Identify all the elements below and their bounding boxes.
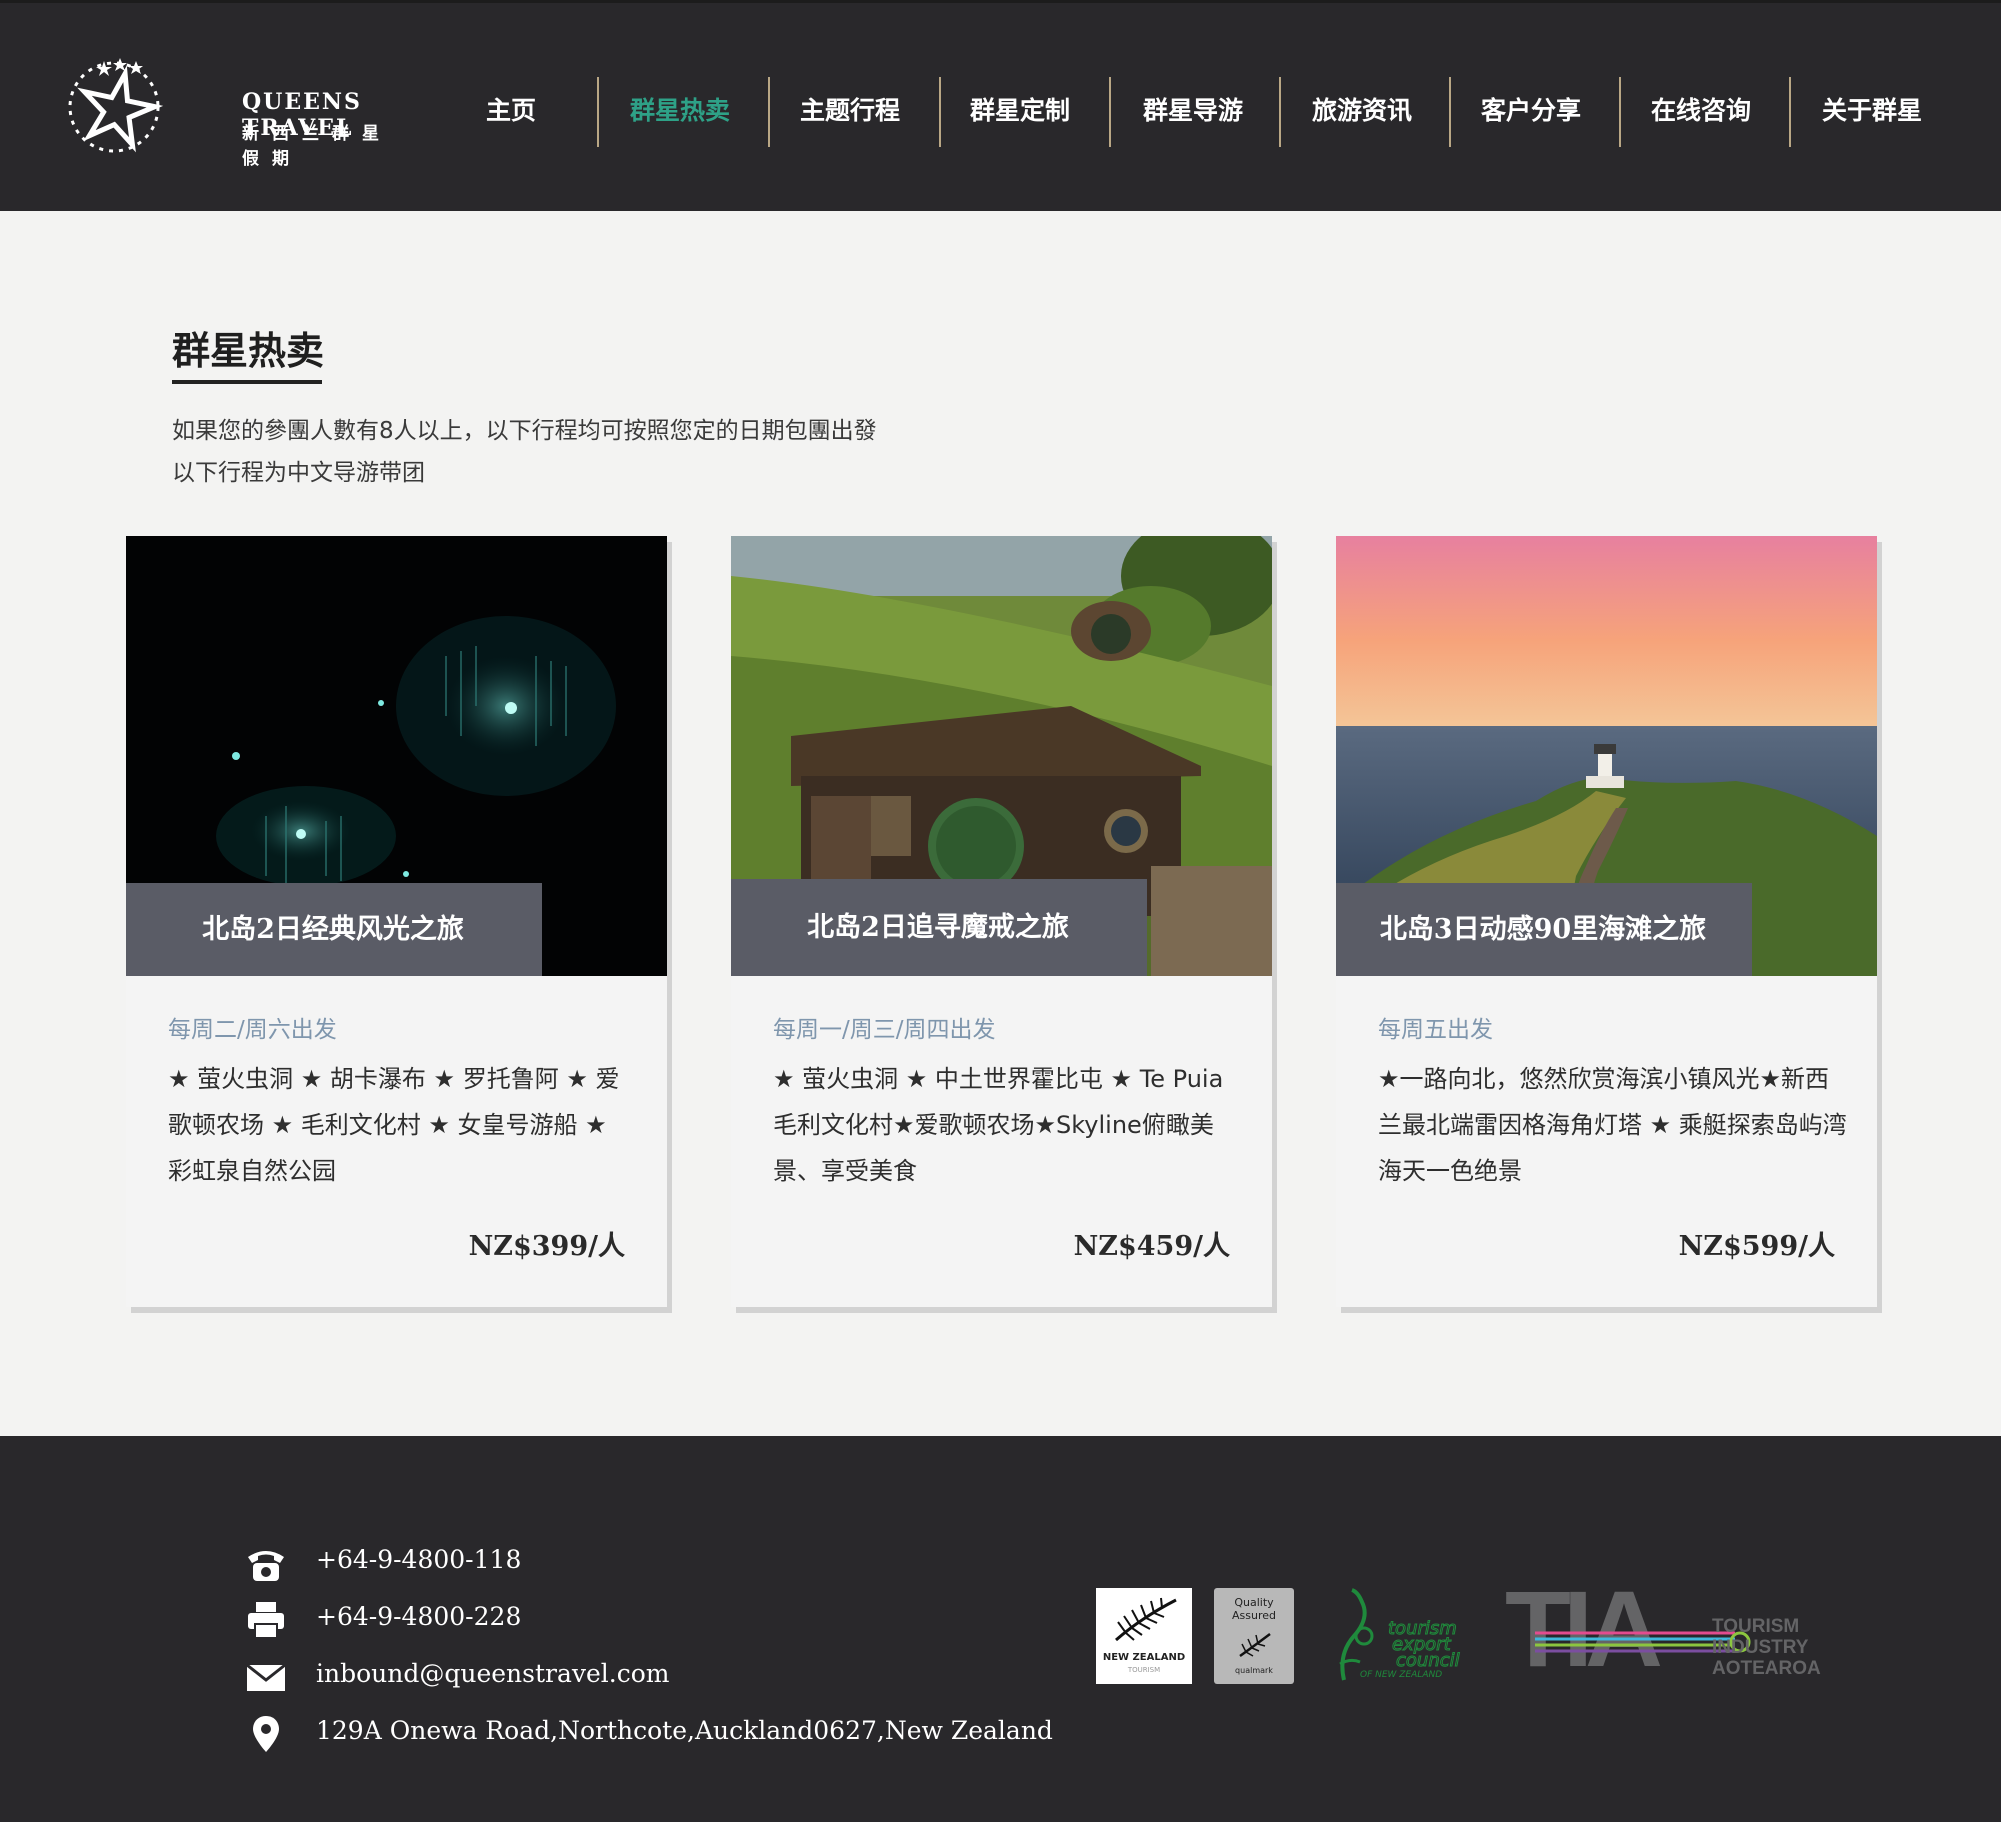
tour-description: ★ 萤火虫洞 ★ 中土世界霍比屯 ★ Te Puia 毛利文化村★爱歌顿农场★S… [773, 1065, 1224, 1185]
contact-address-text[interactable]: 129A Onewa Road,Northcote,Auckland0627,N… [316, 1716, 1053, 1745]
tour-price: NZ$459/人 [1073, 1231, 1230, 1262]
tec-line-4: OF NEW ZEALAND [1360, 1670, 1443, 1680]
nav-item-guides[interactable]: 群星导游 [1133, 73, 1253, 149]
contact-phone-text[interactable]: +64-9-4800-118 [316, 1545, 521, 1574]
glowworm-cave-image[interactable]: 北岛2日经典风光之旅 [126, 536, 667, 976]
intro-line-1: 如果您的參團人數有8人以上，以下行程均可按照您定的日期包團出發 [172, 418, 877, 444]
section-title: 群星热卖 [172, 328, 325, 373]
qa-line-1: Quality [1234, 1596, 1274, 1609]
nav-divider [1619, 77, 1621, 147]
tour-price: NZ$599/人 [1678, 1231, 1835, 1262]
nav-divider [1109, 77, 1111, 147]
phone-icon [248, 1551, 284, 1581]
intro-line-2: 以下行程为中文导游带团 [172, 460, 425, 486]
tia-line-1: TOURISM [1712, 1616, 1800, 1637]
fax-icon [248, 1602, 284, 1639]
tour-title[interactable]: 北岛2日经典风光之旅 [126, 883, 542, 976]
nav-item-online-consult[interactable]: 在线咨询 [1641, 73, 1761, 149]
brand-logo[interactable]: QUEENS TRAVEL 新西兰群星假期 [66, 55, 406, 169]
brand-name-cn: 新西兰群星假期 [242, 124, 392, 169]
star-logo-icon [68, 58, 164, 153]
nav-divider [768, 77, 770, 147]
site-footer: +64-9-4800-118 +64-9-4800-228 inbound@qu… [0, 1436, 2001, 1822]
hobbiton-house-image[interactable]: 北岛2日追寻魔戒之旅 [731, 536, 1272, 976]
qa-line-2: Assured [1232, 1609, 1276, 1622]
nav-item-theme-tours[interactable]: 主题行程 [790, 73, 910, 149]
cape-reinga-lighthouse-image[interactable]: 北岛3日动感90里海滩之旅 [1336, 536, 1877, 976]
nav-item-home[interactable]: 主页 [466, 73, 556, 149]
nav-divider [1279, 77, 1281, 147]
silver-fern-icon [1115, 1597, 1177, 1642]
site-header: QUEENS TRAVEL 新西兰群星假期 主页 群星热卖 主题行程 群星定制 … [0, 0, 2001, 211]
tour-departure: 每周五出发 [1378, 1017, 1493, 1043]
nav-divider [597, 77, 599, 147]
nav-divider [1789, 77, 1791, 147]
qualmark-badge[interactable]: Quality Assured qualmark [1214, 1588, 1294, 1684]
nav-item-hot-sales[interactable]: 群星热卖 [620, 73, 740, 149]
section-intro: 如果您的參團人數有8人以上，以下行程均可按照您定的日期包團出發 以下行程为中文导… [172, 410, 877, 494]
nav-item-customer-stories[interactable]: 客户分享 [1471, 73, 1591, 149]
tour-card[interactable]: 北岛2日追寻魔戒之旅 每周一/周三/周四出发 ★ 萤火虫洞 ★ 中土世界霍比屯 … [731, 536, 1272, 1307]
tour-departure: 每周一/周三/周四出发 [773, 1017, 996, 1043]
tour-title[interactable]: 北岛3日动感90里海滩之旅 [1336, 883, 1752, 976]
tour-card[interactable]: 北岛2日经典风光之旅 每周二/周六出发 ★ 萤火虫洞 ★ 胡卡瀑布 ★ 罗托鲁阿… [126, 536, 667, 1307]
mail-icon [246, 1663, 286, 1691]
tour-price: NZ$399/人 [468, 1231, 625, 1262]
tour-title[interactable]: 北岛2日追寻魔戒之旅 [731, 879, 1147, 976]
tec-line-3: council [1396, 1650, 1461, 1672]
qa-sublabel: qualmark [1235, 1666, 1273, 1675]
contact-fax-text[interactable]: +64-9-4800-228 [316, 1602, 521, 1631]
qualmark-fern-icon [1239, 1632, 1271, 1658]
section-title-underline [172, 380, 322, 384]
tour-description: ★ 萤火虫洞 ★ 胡卡瀑布 ★ 罗托鲁阿 ★ 爱歌顿农场 ★ 毛利文化村 ★ 女… [168, 1065, 620, 1185]
tour-departure: 每周二/周六出发 [168, 1017, 337, 1043]
tour-card[interactable]: 北岛3日动感90里海滩之旅 每周五出发 ★一路向北，悠然欣赏海滨小镇风光★新西兰… [1336, 536, 1877, 1307]
tia-line-2: INDUSTRY [1712, 1637, 1809, 1658]
new-zealand-tourism-badge[interactable]: NEW ZEALAND TOURISM [1096, 1588, 1192, 1684]
nav-divider [1449, 77, 1451, 147]
tourism-export-council-logo[interactable]: tourism export council OF NEW ZEALAND [1330, 1584, 1480, 1684]
nav-item-travel-news[interactable]: 旅游资讯 [1302, 73, 1422, 149]
location-pin-icon [253, 1716, 279, 1752]
nz-badge-label: NEW ZEALAND [1102, 1652, 1186, 1663]
tour-description: ★一路向北，悠然欣赏海滨小镇风光★新西兰最北端雷因格海角灯塔 ★ 乘艇探索岛屿湾… [1378, 1065, 1847, 1185]
tia-logo[interactable]: TIA TOURISM INDUSTRY AOTEAROA [1505, 1574, 1825, 1684]
contact-email-text[interactable]: inbound@queenstravel.com [316, 1659, 670, 1688]
nav-item-about[interactable]: 关于群星 [1812, 73, 1932, 149]
nav-divider [939, 77, 941, 147]
nav-item-custom[interactable]: 群星定制 [960, 73, 1080, 149]
nz-badge-sublabel: TOURISM [1127, 1666, 1161, 1674]
tia-line-3: AOTEAROA [1712, 1658, 1821, 1679]
